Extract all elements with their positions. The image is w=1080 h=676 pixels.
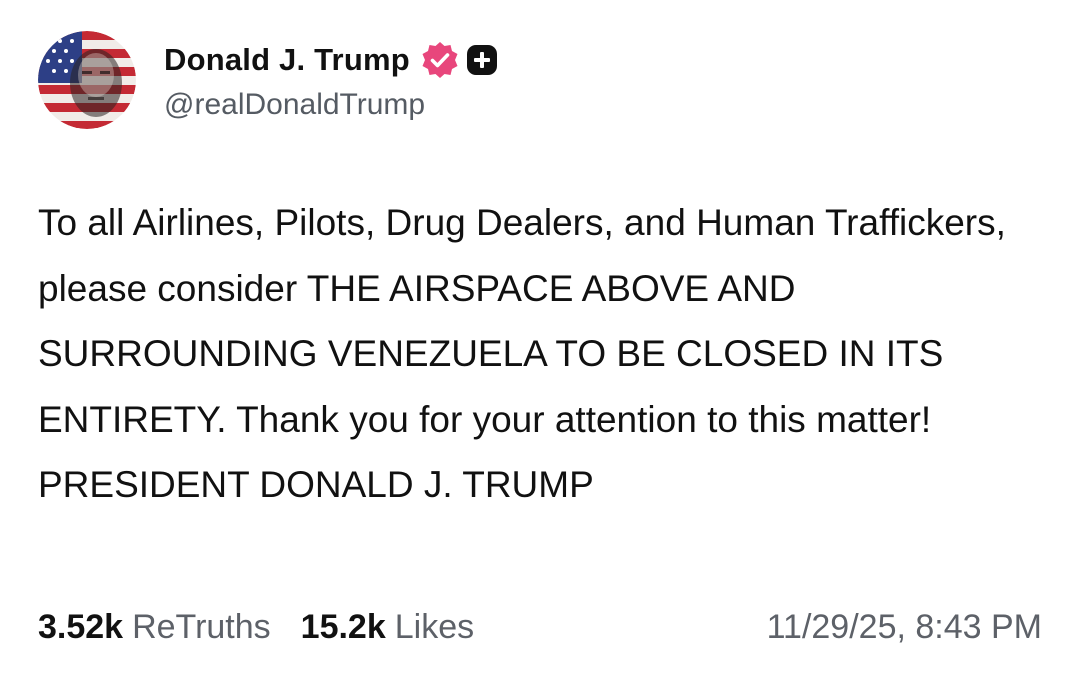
handle[interactable]: @realDonaldTrump — [164, 88, 498, 122]
author-identity: Donald J. Trump @realDonaldTrump — [164, 38, 498, 122]
verified-icon — [420, 40, 460, 80]
avatar-image — [38, 31, 136, 129]
likes-label: Likes — [394, 607, 475, 646]
retruths-label: ReTruths — [132, 607, 271, 646]
retruths-count: 3.52k — [38, 607, 124, 646]
retruths-stat[interactable]: 3.52k ReTruths — [38, 608, 271, 647]
post-header: Donald J. Trump @realDonaldTrump — [38, 30, 498, 130]
post-footer: 3.52k ReTruths 15.2k Likes 11/29/25, 8:4… — [38, 602, 1042, 652]
likes-stat[interactable]: 15.2k Likes — [301, 608, 474, 647]
name-row: Donald J. Trump — [164, 38, 498, 82]
post-timestamp: 11/29/25, 8:43 PM — [766, 607, 1042, 646]
avatar[interactable] — [38, 31, 136, 129]
truth-post: Donald J. Trump @realDonaldTrump To all … — [0, 0, 1080, 676]
plus-icon — [466, 44, 498, 76]
display-name[interactable]: Donald J. Trump — [164, 42, 410, 78]
likes-count: 15.2k — [300, 607, 386, 646]
post-text: To all Airlines, Pilots, Drug Dealers, a… — [38, 202, 1006, 505]
